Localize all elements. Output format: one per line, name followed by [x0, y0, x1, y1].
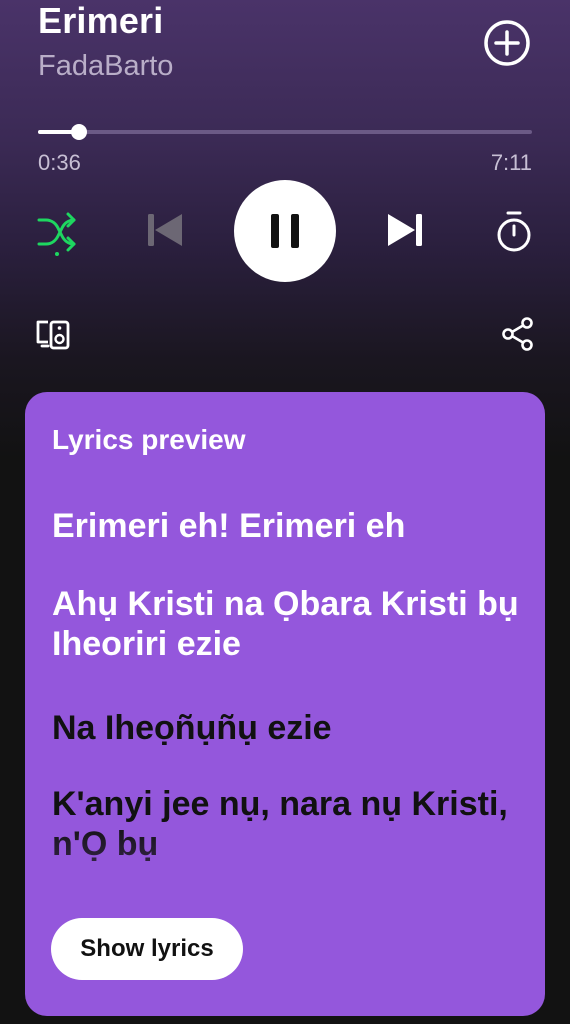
progress-bar[interactable]	[38, 124, 532, 140]
pause-button[interactable]	[234, 180, 336, 282]
connect-devices-icon	[36, 320, 70, 350]
share-icon	[502, 317, 533, 351]
shuffle-icon	[37, 212, 76, 256]
lyrics-heading: Lyrics preview	[52, 424, 246, 455]
progress-handle[interactable]	[71, 124, 88, 140]
next-track-button[interactable]	[384, 208, 428, 252]
shuffle-button[interactable]	[36, 210, 78, 256]
share-button[interactable]	[500, 316, 536, 352]
lyric-line: Ahụ Kristi na Ọbara Kristi bụ Iheoriri e…	[52, 585, 519, 663]
lyric-line: Erimeri eh! Erimeri eh	[52, 507, 406, 545]
sleep-timer-button[interactable]	[492, 208, 536, 256]
sleep-timer-icon	[497, 211, 531, 252]
add-circle-icon	[484, 20, 530, 66]
connect-devices-button[interactable]	[34, 314, 74, 354]
track-title[interactable]: Erimeri	[38, 0, 163, 42]
previous-track-button[interactable]	[142, 208, 186, 252]
skip-next-icon	[388, 214, 422, 246]
show-lyrics-button[interactable]: Show lyrics	[51, 918, 243, 980]
skip-previous-icon	[148, 214, 182, 246]
lyrics-fade-overlay	[25, 822, 545, 912]
total-time: 7:11	[490, 150, 532, 175]
track-artist[interactable]: FadaBarto	[38, 50, 173, 83]
lyrics-preview-card[interactable]: Lyrics preview Erimeri eh! Erimeri eh Ah…	[25, 392, 545, 1016]
elapsed-time: 0:36	[38, 150, 81, 175]
lyric-line: Na Iheọñụñụ ezie	[52, 709, 332, 747]
pause-icon	[271, 214, 299, 248]
add-to-playlist-button[interactable]	[482, 18, 532, 68]
